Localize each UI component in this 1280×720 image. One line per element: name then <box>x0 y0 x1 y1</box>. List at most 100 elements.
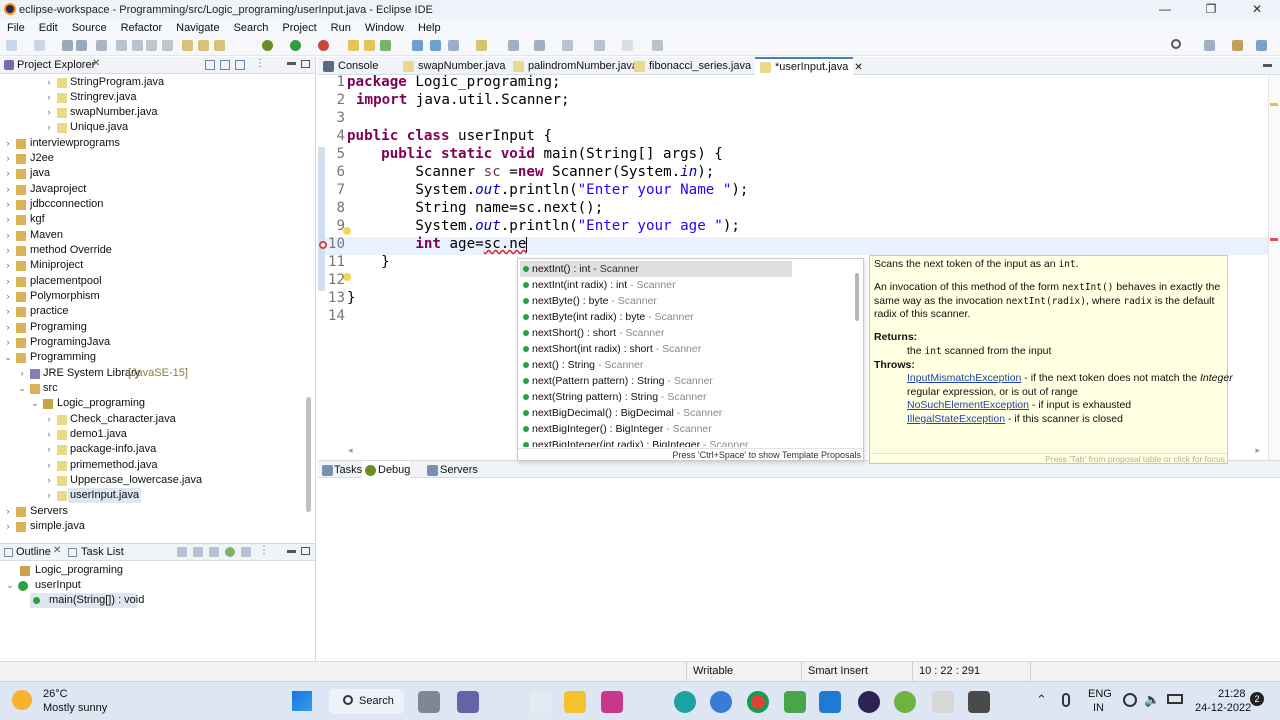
hide-nonpublic-icon[interactable] <box>225 547 235 557</box>
menu-run[interactable]: Run <box>324 22 358 34</box>
new-class-icon[interactable] <box>380 40 391 51</box>
taskbar-search[interactable]: Search <box>329 689 404 714</box>
tree-item-stringrev[interactable]: › Stringrev.java <box>0 90 308 105</box>
tree-item-miniproject[interactable]: › Miniproject <box>0 258 308 273</box>
pin-editor-icon[interactable] <box>652 40 663 51</box>
tree-item-jre-library[interactable]: › JRE System Library [JavaSE-15] <box>0 366 308 381</box>
battery-icon[interactable] <box>1167 694 1183 704</box>
menu-navigate[interactable]: Navigate <box>169 22 226 34</box>
tree-item-practice[interactable]: › practice <box>0 304 308 319</box>
menu-help[interactable]: Help <box>411 22 448 34</box>
outline-class[interactable]: ⌄ userInput <box>0 578 300 593</box>
slack-icon[interactable] <box>530 691 552 713</box>
notepad-icon[interactable] <box>932 691 954 713</box>
tree-item-swapnumber[interactable]: › swapNumber.java <box>0 105 308 120</box>
step-into-icon[interactable] <box>182 40 193 51</box>
java-perspective-icon[interactable] <box>1232 40 1243 51</box>
save-icon[interactable] <box>62 40 73 51</box>
clock-time[interactable]: 21:28 <box>1218 688 1246 700</box>
search-tool-icon[interactable] <box>430 40 441 51</box>
new-icon[interactable] <box>6 40 17 51</box>
tab-console[interactable]: Console <box>318 57 396 75</box>
minimize-view-icon[interactable] <box>287 62 296 65</box>
tab-swapnumber[interactable]: swapNumber.java <box>398 57 505 75</box>
terminal-icon[interactable] <box>116 40 127 51</box>
tree-item-j2ee[interactable]: › J2ee <box>0 151 308 166</box>
coverage-icon[interactable] <box>318 40 329 51</box>
language-secondary[interactable]: IN <box>1093 702 1104 714</box>
vscode-icon[interactable] <box>819 691 841 713</box>
annotation-icon[interactable] <box>448 40 459 51</box>
open-type-icon[interactable] <box>34 40 45 51</box>
explorer-scrollbar[interactable] <box>306 397 311 512</box>
new-java-project-icon[interactable] <box>348 40 359 51</box>
menu-refactor[interactable]: Refactor <box>114 22 170 34</box>
tree-item-programming[interactable]: ⌄ Programming <box>0 350 308 365</box>
volume-icon[interactable]: 🔈 <box>1144 692 1160 708</box>
mark-occurrences-icon[interactable] <box>476 40 487 51</box>
maximize-button[interactable]: ❐ <box>1188 0 1234 19</box>
collapse-all-icon[interactable] <box>205 60 215 70</box>
open-task-icon[interactable] <box>412 40 423 51</box>
tree-item-simple[interactable]: › simple.java <box>0 519 308 534</box>
tree-item-maven[interactable]: › Maven <box>0 228 308 243</box>
menu-edit[interactable]: Edit <box>32 22 65 34</box>
eclipse-icon[interactable] <box>858 691 880 713</box>
proposal-item[interactable]: nextInt(int radix) : int - Scanner <box>520 277 792 293</box>
tree-item-kgf[interactable]: › kgf <box>0 212 308 227</box>
proposal-item[interactable]: nextShort() : short - Scanner <box>520 325 792 341</box>
menu-window[interactable]: Window <box>358 22 411 34</box>
proposal-item[interactable]: nextBigInteger(int radix) : BigInteger -… <box>520 437 792 447</box>
overview-ruler[interactable] <box>1268 75 1280 460</box>
tab-servers[interactable]: Servers <box>424 461 480 479</box>
tree-item-stringprogram[interactable]: › StringProgram.java <box>0 75 308 90</box>
menu-source[interactable]: Source <box>65 22 114 34</box>
proposal-item[interactable]: next(String pattern) : String - Scanner <box>520 389 792 405</box>
tab-outline[interactable]: Outline <box>16 546 51 558</box>
tree-item-primemethod[interactable]: › primemethod.java <box>0 458 308 473</box>
hide-static-icon[interactable] <box>209 547 219 557</box>
back-icon[interactable] <box>594 40 605 51</box>
search-icon[interactable] <box>1171 39 1181 49</box>
debug-icon[interactable] <box>262 40 273 51</box>
proposal-item[interactable]: nextByte() : byte - Scanner <box>520 293 792 309</box>
exception-link[interactable]: NoSuchElementException <box>907 399 1029 411</box>
notification-badge[interactable]: 2 <box>1250 692 1264 706</box>
cortana-icon[interactable] <box>710 691 732 713</box>
print-icon[interactable] <box>96 40 107 51</box>
proposal-item[interactable]: nextShort(int radix) : short - Scanner <box>520 341 792 357</box>
chrome-icon[interactable] <box>747 691 769 713</box>
step-return-icon[interactable] <box>214 40 225 51</box>
tree-item-java[interactable]: › java <box>0 166 308 181</box>
weather-desc[interactable]: Mostly sunny <box>43 702 107 714</box>
tab-userinput[interactable]: *userInput.java ✕ <box>755 57 863 75</box>
close-tab-icon[interactable]: ✕ <box>854 62 862 73</box>
tree-item-javaproject[interactable]: › Javaproject <box>0 182 308 197</box>
javadoc-popup[interactable]: Scans the next token of the input as an … <box>869 255 1233 464</box>
clock-date[interactable]: 24-12-2022 <box>1195 702 1251 714</box>
proposal-item[interactable]: nextByte(int radix) : byte - Scanner <box>520 309 792 325</box>
proposal-item[interactable]: nextBigDecimal() : BigDecimal - Scanner <box>520 405 792 421</box>
new-package-icon[interactable] <box>364 40 375 51</box>
debug-perspective-icon[interactable] <box>1256 40 1267 51</box>
proposal-scrollbar[interactable] <box>855 273 859 321</box>
instagram-icon[interactable] <box>601 691 623 713</box>
exception-link[interactable]: InputMismatchException <box>907 372 1021 384</box>
stop-icon[interactable] <box>146 40 157 51</box>
tab-task-list[interactable]: Task List <box>81 546 124 558</box>
tree-item-unique[interactable]: › Unique.java <box>0 120 308 135</box>
link-editor-icon[interactable] <box>220 60 230 70</box>
minimize-button[interactable]: — <box>1142 0 1188 19</box>
prev-annotation-icon[interactable] <box>534 40 545 51</box>
maximize-outline-icon[interactable] <box>301 547 310 555</box>
outline-menu-icon[interactable]: ⋮ <box>259 545 269 556</box>
microphone-icon[interactable] <box>1062 693 1070 707</box>
sort-icon[interactable] <box>177 547 187 557</box>
perspective-icon[interactable] <box>1204 40 1215 51</box>
weather-temp[interactable]: 26°C <box>43 688 68 700</box>
proposal-item[interactable]: nextBigInteger() : BigInteger - Scanner <box>520 421 792 437</box>
menu-file[interactable]: File <box>0 22 32 34</box>
filter-icon[interactable] <box>235 60 245 70</box>
tab-fibonacci[interactable]: fibonacci_series.java <box>629 57 757 75</box>
tree-item-userinput[interactable]: › userInput.java <box>0 488 308 503</box>
